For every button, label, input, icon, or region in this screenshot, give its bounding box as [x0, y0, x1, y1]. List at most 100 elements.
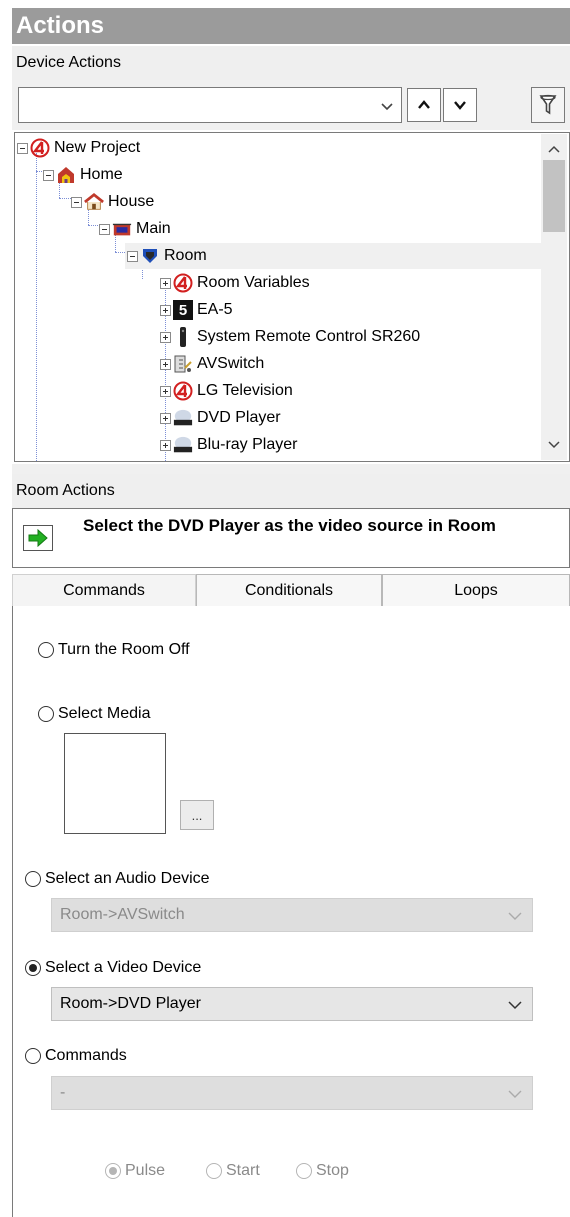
tree-item-system-remote[interactable]: System Remote Control SR260 — [160, 324, 420, 350]
tree-item-label: LG Television — [197, 382, 293, 399]
device-actions-label: Device Actions — [12, 46, 570, 80]
radio-button[interactable] — [296, 1163, 312, 1179]
expand-toggle[interactable] — [160, 385, 171, 397]
option-label: Select a Video Device — [45, 959, 202, 976]
tab-commands[interactable]: Commands — [12, 574, 196, 606]
expand-toggle[interactable] — [160, 331, 171, 343]
tree-item-main[interactable]: Main — [99, 216, 171, 242]
radio-button[interactable] — [38, 642, 54, 658]
pulse-option[interactable]: Pulse — [105, 1162, 165, 1180]
scroll-down-icon[interactable] — [548, 436, 560, 454]
tree-item-lg-television[interactable]: LG Television — [160, 378, 293, 404]
browse-media-button[interactable]: ... — [180, 800, 214, 830]
tree-item-label: DVD Player — [197, 409, 281, 426]
green-arrow-icon — [23, 525, 53, 551]
radio-button[interactable] — [38, 706, 54, 722]
audio-device-option[interactable]: Select an Audio Device — [25, 870, 210, 888]
av-switch-icon — [173, 354, 193, 374]
tab-conditionals[interactable]: Conditionals — [196, 574, 382, 606]
tree-item-label: System Remote Control SR260 — [197, 328, 421, 345]
tree-item-ea-5[interactable]: 5 EA-5 — [160, 297, 233, 323]
floor-icon — [112, 219, 132, 239]
option-label: Commands — [45, 1047, 127, 1064]
option-label: Select an Audio Device — [45, 870, 210, 887]
room-action-text: Select the DVD Player as the video sourc… — [83, 516, 496, 535]
start-option[interactable]: Start — [206, 1162, 260, 1180]
tree-item-room[interactable]: Room — [127, 243, 207, 269]
next-match-button[interactable] — [443, 88, 477, 122]
radio-button[interactable] — [105, 1163, 121, 1179]
tree-item-label: House — [108, 193, 155, 210]
scroll-thumb[interactable] — [543, 160, 565, 232]
collapse-toggle[interactable] — [99, 223, 110, 235]
turn-off-option[interactable]: Turn the Room Off — [38, 641, 190, 659]
video-device-select[interactable]: Room->DVD Player — [51, 987, 533, 1021]
select-value: - — [60, 1084, 66, 1101]
tree-item-label: Room — [164, 247, 207, 264]
filter-icon — [539, 94, 557, 115]
disc-player-icon — [173, 435, 193, 455]
expand-toggle[interactable] — [160, 277, 171, 289]
tab-loops[interactable]: Loops — [382, 574, 570, 606]
tree-item-dvd-player[interactable]: DVD Player — [160, 405, 281, 431]
tree-item-label: AVSwitch — [197, 355, 265, 372]
expand-toggle[interactable] — [160, 304, 171, 316]
tree-item-label: New Project — [54, 139, 141, 156]
remote-icon — [173, 327, 193, 347]
tree-item-label: Main — [136, 220, 171, 237]
device-search-input[interactable] — [23, 88, 367, 122]
previous-match-button[interactable] — [407, 88, 441, 122]
filter-button[interactable] — [531, 87, 565, 123]
option-label: Start — [226, 1162, 260, 1179]
radio-button[interactable] — [25, 960, 41, 976]
chevron-down-icon — [508, 997, 522, 1015]
stop-option[interactable]: Stop — [296, 1162, 349, 1180]
house-icon — [84, 192, 104, 212]
control4-logo-icon — [173, 273, 193, 293]
chevron-down-icon[interactable] — [381, 99, 393, 117]
tree-item-label: Home — [80, 166, 123, 183]
chevron-up-icon — [418, 100, 430, 109]
device-search-combo[interactable] — [18, 87, 402, 123]
expand-toggle[interactable] — [160, 358, 171, 370]
select-value: Room->DVD Player — [60, 995, 201, 1012]
expand-toggle[interactable] — [160, 412, 171, 424]
tree-item-avswitch[interactable]: AVSwitch — [160, 351, 264, 377]
room-action-item[interactable]: Select the DVD Player as the video sourc… — [12, 508, 570, 568]
action-tabs: Commands Conditionals Loops — [12, 574, 570, 606]
control4-logo-icon — [173, 381, 193, 401]
radio-button[interactable] — [25, 1048, 41, 1064]
option-label: Pulse — [125, 1162, 166, 1179]
scroll-up-icon[interactable] — [548, 140, 560, 158]
tree-item-home[interactable]: Home — [43, 162, 123, 188]
commands-select[interactable]: - — [51, 1076, 533, 1110]
tree-item-label: Blu-ray Player — [197, 436, 298, 453]
audio-device-select[interactable]: Room->AVSwitch — [51, 898, 533, 932]
option-label: Select Media — [58, 705, 151, 722]
device-tree: New Project Home House Main Room Room Va… — [14, 132, 570, 462]
select-media-option[interactable]: Select Media — [38, 705, 151, 723]
tree-item-room-variables[interactable]: Room Variables — [160, 270, 310, 296]
chevron-down-icon — [454, 101, 466, 110]
commands-option[interactable]: Commands — [25, 1047, 127, 1065]
collapse-toggle[interactable] — [17, 142, 28, 154]
tree-item-bluray-player[interactable]: Blu-ray Player — [160, 432, 297, 458]
collapse-toggle[interactable] — [43, 169, 54, 181]
option-label: Turn the Room Off — [58, 641, 190, 658]
radio-button[interactable] — [206, 1163, 222, 1179]
tree-scrollbar[interactable] — [541, 134, 567, 460]
chevron-down-icon — [508, 908, 522, 926]
home-site-icon — [56, 165, 76, 185]
tree-item-new-project[interactable]: New Project — [17, 135, 140, 161]
radio-button[interactable] — [25, 871, 41, 887]
video-device-option[interactable]: Select a Video Device — [25, 959, 201, 977]
room-icon — [140, 246, 160, 266]
expand-toggle[interactable] — [160, 439, 171, 451]
tree-item-label: EA-5 — [197, 301, 233, 318]
disc-player-icon — [173, 408, 193, 428]
collapse-toggle[interactable] — [127, 250, 138, 262]
tree-item-house[interactable]: House — [71, 189, 154, 215]
collapse-toggle[interactable] — [71, 196, 82, 208]
tree-item-label: Room Variables — [197, 274, 310, 291]
panel-title: Actions — [12, 8, 570, 44]
